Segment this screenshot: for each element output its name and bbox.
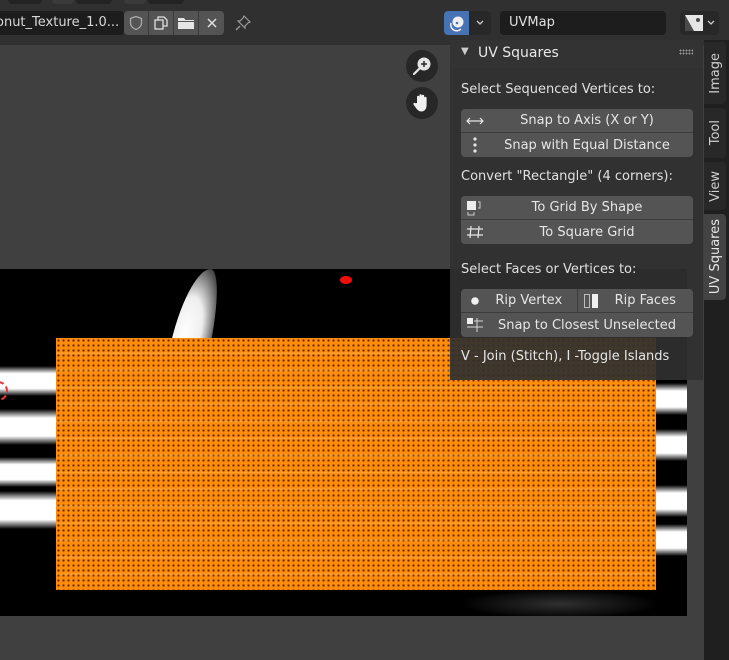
top-tab[interactable] <box>76 0 112 4</box>
drag-grip-icon[interactable] <box>679 49 693 55</box>
collapse-triangle-icon[interactable]: ▼ <box>461 46 469 57</box>
grid-by-shape-icon <box>465 199 485 217</box>
uv-squares-panel: ▼ UV Squares Select Sequenced Vertices t… <box>450 40 703 380</box>
texture-stripe <box>654 429 687 461</box>
horizontal-arrows-icon <box>465 112 485 130</box>
duplicate-image-icon <box>154 16 168 30</box>
pan-button[interactable] <box>406 87 438 119</box>
pin-button[interactable] <box>232 12 254 34</box>
zoom-button[interactable] <box>406 50 438 82</box>
texture-highlight <box>169 269 227 349</box>
top-tab[interactable] <box>52 0 74 4</box>
tab-view[interactable]: View <box>704 162 726 210</box>
to-grid-by-shape-button[interactable]: To Grid By Shape <box>461 196 693 220</box>
snap-to-closest-unselected-button[interactable]: Snap to Closest Unselected <box>461 313 693 337</box>
faces-buttons: Rip Vertex Rip Faces Snap to Closest Uns… <box>461 289 693 337</box>
new-image-button[interactable] <box>149 11 174 35</box>
image-display-icon <box>685 15 703 31</box>
panel-header[interactable]: ▼ UV Squares <box>450 40 703 68</box>
texture-stripe <box>654 383 687 415</box>
zoom-icon <box>412 57 431 76</box>
chevron-down-icon <box>707 20 715 25</box>
section-label-rectangle: Convert "Rectangle" (4 corners): <box>461 169 673 184</box>
sequenced-buttons: Snap to Axis (X or Y) Snap with Equal Di… <box>461 109 693 157</box>
image-name-field[interactable]: onut_Texture_1.0... <box>0 11 124 35</box>
texture-stripe <box>0 491 60 529</box>
section-label-sequenced: Select Sequenced Vertices to: <box>461 82 656 97</box>
uv-sync-selection-icon <box>449 16 463 32</box>
section-label-faces: Select Faces or Vertices to: <box>461 262 637 277</box>
top-tab-strip <box>0 0 729 4</box>
rip-faces-button[interactable]: Rip Faces <box>578 289 694 313</box>
fake-user-button[interactable] <box>124 11 149 35</box>
uv-sync-dropdown[interactable] <box>469 11 491 35</box>
tab-tool[interactable]: Tool <box>704 108 726 158</box>
shortcut-hint: V - Join (Stitch), I -Toggle Islands <box>461 349 670 364</box>
open-image-button[interactable] <box>174 11 199 35</box>
sidebar-tabs: Image Tool View UV Squares <box>704 40 729 660</box>
uv-sync-selection-button[interactable] <box>444 11 469 35</box>
texture-stripe <box>0 457 60 487</box>
image-buttons <box>124 11 224 35</box>
tab-uv-squares[interactable]: UV Squares <box>704 214 726 300</box>
pin-icon <box>235 14 252 31</box>
image-editor-header: onut_Texture_1.0... UVMap <box>0 0 729 45</box>
chevron-down-icon <box>476 20 484 25</box>
texture-stripe <box>654 485 687 517</box>
unlink-image-button[interactable] <box>199 11 224 35</box>
uv-map-field[interactable]: UVMap <box>500 11 666 35</box>
texture-stripe <box>654 524 687 556</box>
snap-closest-icon <box>465 316 485 334</box>
vertical-dots-icon <box>465 136 485 154</box>
texture-stripe <box>0 409 60 445</box>
snap-to-axis-button[interactable]: Snap to Axis (X or Y) <box>461 109 693 133</box>
pan-hand-icon <box>413 94 427 112</box>
texture-stripe <box>0 366 60 396</box>
rectangle-buttons: To Grid By Shape To Square Grid <box>461 196 693 244</box>
close-icon <box>206 18 217 28</box>
rip-faces-icon <box>582 292 602 310</box>
texture-glow <box>460 589 660 616</box>
display-channels-dropdown[interactable] <box>680 11 719 35</box>
open-folder-icon <box>178 18 194 29</box>
square-grid-hash-icon <box>465 223 485 241</box>
top-tab[interactable] <box>8 0 42 4</box>
panel-title: UV Squares <box>478 45 559 61</box>
top-tab[interactable] <box>148 0 184 4</box>
fake-user-shield-icon <box>129 15 143 31</box>
rip-row: Rip Vertex Rip Faces <box>461 289 693 313</box>
tab-image[interactable]: Image <box>704 42 726 104</box>
to-square-grid-button[interactable]: To Square Grid <box>461 220 693 244</box>
rip-vertex-button[interactable]: Rip Vertex <box>461 289 578 313</box>
vertex-dot-icon <box>465 292 485 310</box>
2d-cursor-dot <box>340 276 352 284</box>
top-tab[interactable] <box>124 0 146 4</box>
snap-equal-distance-button[interactable]: Snap with Equal Distance <box>461 133 693 157</box>
